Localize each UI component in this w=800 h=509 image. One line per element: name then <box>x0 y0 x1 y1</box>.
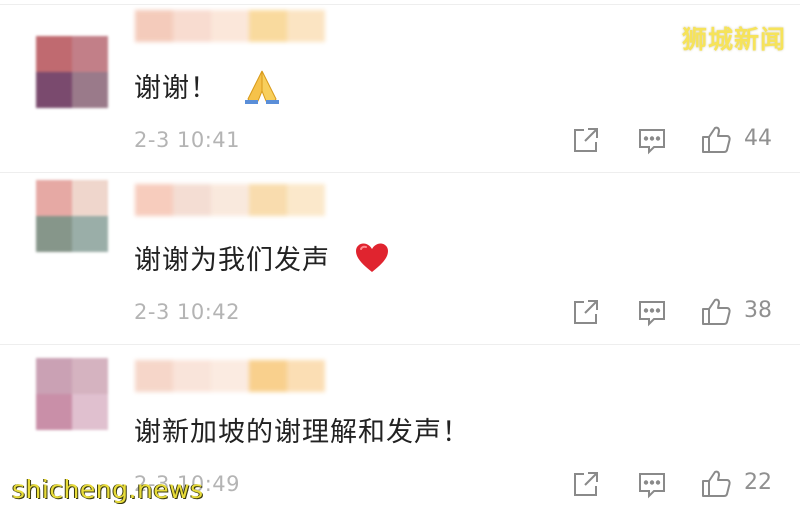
avatar-pixel <box>36 394 72 430</box>
red-heart-icon <box>354 242 390 281</box>
comment-text: 谢谢为我们发声 <box>134 238 390 281</box>
comment-feed: 狮城新闻 谢谢！ 2-3 10:41 44 谢谢为我们发声 2-3 10:42 … <box>0 0 800 509</box>
comment-actions: 38 <box>560 292 790 332</box>
username-blurred[interactable] <box>135 360 325 392</box>
comment-timestamp: 2-3 10:42 <box>134 300 240 324</box>
avatar-pixel <box>72 180 108 216</box>
comment-text-content: 谢谢！ <box>134 73 218 104</box>
avatar-pixel <box>36 180 72 216</box>
avatar-pixel <box>72 216 108 252</box>
avatar[interactable] <box>36 358 108 430</box>
comment-timestamp: 2-3 10:41 <box>134 128 240 152</box>
like-count: 22 <box>744 470 772 495</box>
share-icon[interactable] <box>570 296 602 328</box>
comment-text-content: 谢新加坡的谢理解和发声！ <box>134 417 470 448</box>
thumbs-up-icon[interactable] <box>700 124 732 156</box>
comment-icon[interactable] <box>636 468 668 500</box>
username-blurred[interactable] <box>135 10 325 42</box>
comment-icon[interactable] <box>636 124 668 156</box>
comment-actions: 44 <box>560 120 790 160</box>
divider <box>0 172 800 173</box>
thumbs-up-icon[interactable] <box>700 296 732 328</box>
share-icon[interactable] <box>570 468 602 500</box>
avatar-pixel <box>72 394 108 430</box>
comment-icon[interactable] <box>636 296 668 328</box>
avatar-pixel <box>36 36 72 72</box>
username-blurred[interactable] <box>135 184 325 216</box>
folded-hands-icon <box>242 67 282 112</box>
avatar-pixel <box>36 72 72 108</box>
avatar-pixel <box>72 358 108 394</box>
avatar[interactable] <box>36 36 108 108</box>
divider <box>0 4 800 5</box>
divider <box>0 344 800 345</box>
watermark-bottom: shicheng.news <box>12 475 204 504</box>
avatar-pixel <box>36 358 72 394</box>
comment-text: 谢新加坡的谢理解和发声！ <box>134 410 470 449</box>
avatar-pixel <box>72 72 108 108</box>
comment-text: 谢谢！ <box>134 66 282 112</box>
like-count: 44 <box>744 126 772 151</box>
avatar-pixel <box>72 36 108 72</box>
avatar-pixel <box>36 216 72 252</box>
avatar[interactable] <box>36 180 108 252</box>
thumbs-up-icon[interactable] <box>700 468 732 500</box>
like-count: 38 <box>744 298 772 323</box>
watermark-top: 狮城新闻 <box>681 25 786 54</box>
comment-text-content: 谢谢为我们发声 <box>134 245 330 276</box>
share-icon[interactable] <box>570 124 602 156</box>
comment-actions: 22 <box>560 464 790 504</box>
